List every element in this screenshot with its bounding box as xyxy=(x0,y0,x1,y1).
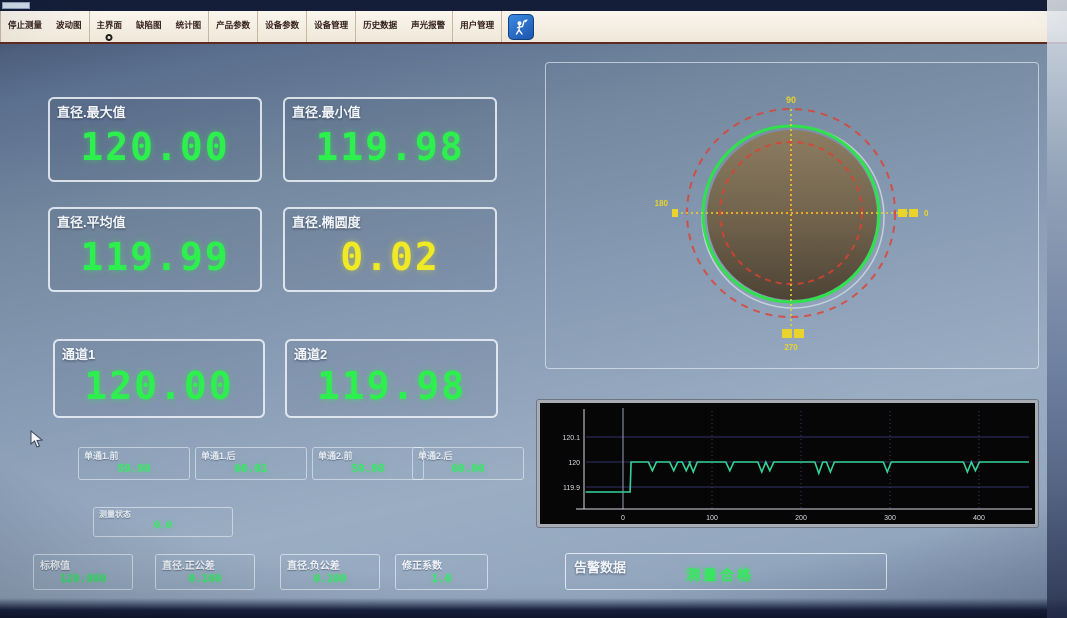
menu-product-params[interactable]: 产品参数 xyxy=(209,11,257,42)
param-label: 修正系数 xyxy=(402,557,481,572)
x-tick-label: 300 xyxy=(884,515,896,522)
menu-bar: 停止测量 波动图 主界面 缺陷图 统计图 产品参数 设备参数 设备管理 历史数据… xyxy=(0,11,1067,44)
metric-box-diameter-min: 直径.最小值 119.98 xyxy=(283,97,497,182)
menu-stop-measure[interactable]: 停止测量 xyxy=(1,11,49,42)
menu-defect-chart[interactable]: 缺陷图 xyxy=(129,11,169,42)
alarm-data-box: 告警数据 测量合格 xyxy=(565,553,887,590)
runner-flag-glyph xyxy=(511,17,531,37)
y-tick-label: 120 xyxy=(568,460,580,467)
param-box-minus-tolerance: 直径.负公差 0.100 xyxy=(280,554,380,590)
photo-bottom-shadow xyxy=(0,598,1067,618)
menu-device-management[interactable]: 设备管理 xyxy=(307,11,355,42)
sub-metric-label: 单通2.前 xyxy=(318,449,418,462)
status-box: 测量状态 0.0 xyxy=(93,507,233,537)
trend-chart-panel: 120.1 120 119.9 0 100 200 300 400 xyxy=(537,400,1038,527)
window-control[interactable] xyxy=(2,2,30,9)
sub-metric-value: 60.01 xyxy=(201,462,301,475)
metric-label: 直径.椭圆度 xyxy=(292,212,488,231)
metric-box-ovality: 直径.椭圆度 0.02 xyxy=(283,207,497,292)
status-label: 测量状态 xyxy=(99,509,227,520)
menu-main-screen-label: 主界面 xyxy=(97,20,123,30)
metric-label: 通道2 xyxy=(294,344,489,363)
sub-metric-label: 单通2.后 xyxy=(418,449,518,462)
sub-metric-value: 59.99 xyxy=(84,462,184,475)
status-value: 0.0 xyxy=(99,520,227,531)
angle-label-270: 270 xyxy=(784,343,798,352)
metric-label: 直径.平均值 xyxy=(57,212,253,231)
active-tab-indicator xyxy=(106,34,113,41)
metric-value: 0.02 xyxy=(292,231,488,287)
sub-metric-box-ch1-front: 单通1.前 59.99 xyxy=(78,447,190,480)
param-value: 1.0 xyxy=(402,572,481,585)
param-value: 0.100 xyxy=(162,572,248,585)
sub-metric-label: 单通1.后 xyxy=(201,449,301,462)
metric-box-diameter-avg: 直径.平均值 119.99 xyxy=(48,207,262,292)
hmi-screen: 停止测量 波动图 主界面 缺陷图 统计图 产品参数 设备参数 设备管理 历史数据… xyxy=(0,0,1067,618)
marker-bottom-1 xyxy=(782,329,792,338)
x-tick-label: 200 xyxy=(795,515,807,522)
marker-right-1 xyxy=(898,209,907,217)
runner-with-flag-icon[interactable] xyxy=(508,14,534,40)
param-label: 标称值 xyxy=(40,557,126,572)
x-tick-label: 100 xyxy=(706,515,718,522)
y-tick-label: 120.1 xyxy=(562,435,580,442)
metric-value: 119.99 xyxy=(57,231,253,287)
param-box-plus-tolerance: 直径.正公差 0.100 xyxy=(155,554,255,590)
x-tick-label: 400 xyxy=(973,515,985,522)
menu-sound-light-alarm[interactable]: 声光报警 xyxy=(404,11,452,42)
menu-user-management[interactable]: 用户管理 xyxy=(453,11,501,42)
product-cross-section xyxy=(707,130,877,300)
menu-group-device-params: 设备参数 xyxy=(258,11,307,42)
param-value: 120.000 xyxy=(40,572,126,585)
sub-metric-box-ch1-rear: 单通1.后 60.01 xyxy=(195,447,307,480)
trend-plot: 120.1 120 119.9 0 100 200 300 400 xyxy=(540,403,1035,524)
metric-label: 直径.最小值 xyxy=(292,102,488,121)
marker-bottom-2 xyxy=(794,329,804,338)
marker-right-2 xyxy=(909,209,918,217)
menu-main-screen[interactable]: 主界面 xyxy=(90,11,130,42)
angle-label-180: 180 xyxy=(655,199,669,208)
metric-box-diameter-max: 直径.最大值 120.00 xyxy=(48,97,262,182)
metric-box-channel-2: 通道2 119.98 xyxy=(285,339,498,418)
roundness-gauge: 90 0 180 270 xyxy=(546,63,1040,370)
metric-value: 119.98 xyxy=(294,363,489,413)
menu-history-data[interactable]: 历史数据 xyxy=(356,11,404,42)
sub-metric-box-ch2-front: 单通2.前 59.98 xyxy=(312,447,424,480)
metric-label: 通道1 xyxy=(62,344,256,363)
metric-label: 直径.最大值 xyxy=(57,102,253,121)
angle-label-0: 0 xyxy=(924,209,929,218)
alarm-status-value: 测量合格 xyxy=(686,565,754,585)
param-label: 直径.正公差 xyxy=(162,557,248,572)
param-value: 0.100 xyxy=(287,572,373,585)
angle-label-90: 90 xyxy=(786,95,796,105)
metric-value: 119.98 xyxy=(292,121,488,177)
y-tick-label: 119.9 xyxy=(563,485,580,492)
param-box-nominal: 标称值 120.000 xyxy=(33,554,133,590)
menu-group-product: 产品参数 xyxy=(209,11,258,42)
x-tick-label: 0 xyxy=(621,515,625,522)
photo-right-edge xyxy=(1047,0,1067,618)
menu-group-data-alarm: 历史数据 声光报警 xyxy=(356,11,453,42)
param-box-correction-factor: 修正系数 1.0 xyxy=(395,554,488,590)
param-label: 直径.负公差 xyxy=(287,557,373,572)
metric-value: 120.00 xyxy=(57,121,253,177)
menu-statistics-chart[interactable]: 统计图 xyxy=(169,11,209,42)
alarm-label: 告警数据 xyxy=(574,557,626,576)
menu-group-measure: 停止测量 波动图 xyxy=(0,11,90,42)
sub-metric-label: 单通1.前 xyxy=(84,449,184,462)
window-titlebar xyxy=(0,0,1067,11)
sub-metric-value: 60.00 xyxy=(418,462,518,475)
menu-group-device-mgmt: 设备管理 xyxy=(307,11,356,42)
menu-group-views: 主界面 缺陷图 统计图 xyxy=(90,11,210,42)
roundness-gauge-panel: 90 0 180 270 xyxy=(545,62,1039,369)
menu-wave-chart[interactable]: 波动图 xyxy=(49,11,89,42)
metric-value: 120.00 xyxy=(62,363,256,413)
menu-device-params[interactable]: 设备参数 xyxy=(258,11,306,42)
metric-box-channel-1: 通道1 120.00 xyxy=(53,339,265,418)
sub-metric-value: 59.98 xyxy=(318,462,418,475)
mouse-cursor xyxy=(30,430,44,453)
sub-metric-box-ch2-rear: 单通2.后 60.00 xyxy=(412,447,524,480)
marker-left xyxy=(672,209,678,217)
menu-group-user: 用户管理 xyxy=(453,11,502,42)
